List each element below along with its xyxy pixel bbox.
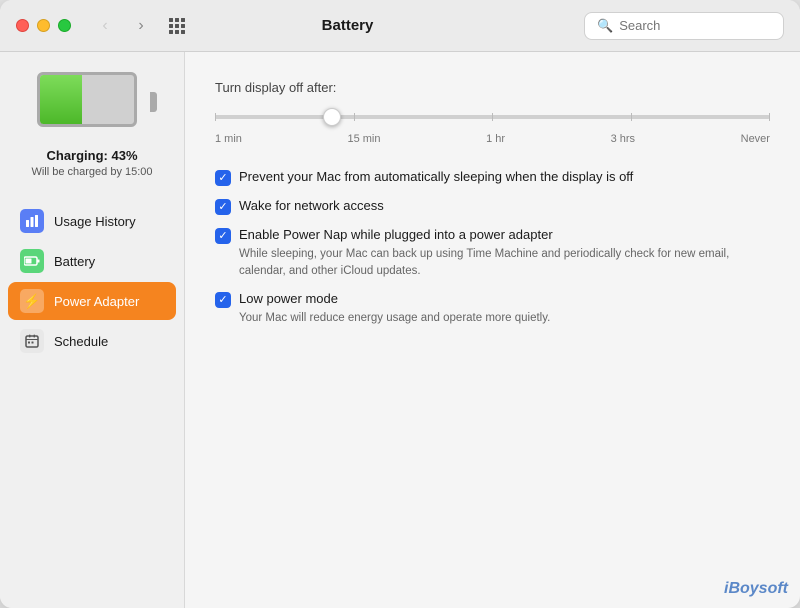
options-list: ✓ Prevent your Mac from automatically sl… (215, 169, 770, 327)
label-1hr: 1 hr (486, 133, 505, 145)
slider-container: Turn display off after: 1 mi (215, 80, 770, 145)
label-1min: 1 min (215, 133, 242, 145)
window-title: Battery (111, 17, 584, 34)
option-row-prevent-sleep: ✓ Prevent your Mac from automatically sl… (215, 169, 770, 186)
slider-label: Turn display off after: (215, 80, 770, 95)
search-bar[interactable]: 🔍 (584, 12, 784, 40)
traffic-lights (16, 19, 71, 32)
slider-thumb[interactable] (323, 108, 341, 126)
schedule-icon (20, 329, 44, 353)
search-input[interactable] (619, 18, 771, 33)
option-power-nap: ✓ Enable Power Nap while plugged into a … (215, 227, 770, 279)
option-label-low-power: Low power mode (239, 291, 338, 306)
checkmark-power-nap: ✓ (218, 231, 227, 242)
schedule-label: Schedule (54, 334, 108, 349)
battery-charged-by: Will be charged by 15:00 (31, 166, 152, 178)
usage-history-icon (20, 209, 44, 233)
label-never: Never (741, 133, 770, 145)
battery-body (37, 72, 137, 127)
battery-charging-text: Charging: 43% (31, 148, 152, 163)
battery-nav-icon (20, 249, 44, 273)
label-3hrs: 3 hrs (611, 133, 635, 145)
power-adapter-icon: ⚡ (20, 289, 44, 313)
search-icon: 🔍 (597, 18, 613, 34)
checkbox-power-nap[interactable]: ✓ (215, 228, 231, 244)
battery-fill (40, 75, 82, 124)
label-15min: 15 min (347, 133, 380, 145)
titlebar: ‹ › Battery 🔍 (0, 0, 800, 52)
slider-track (215, 115, 770, 119)
battery-illustration (37, 72, 147, 132)
sidebar-item-battery[interactable]: Battery (8, 242, 176, 280)
slider-track-wrapper[interactable] (215, 107, 770, 127)
option-desc-low-power: Your Mac will reduce energy usage and op… (239, 310, 770, 327)
option-desc-power-nap: While sleeping, your Mac can back up usi… (239, 246, 770, 279)
battery-label: Battery (54, 254, 95, 269)
close-button[interactable] (16, 19, 29, 32)
system-preferences-window: ‹ › Battery 🔍 (0, 0, 800, 608)
battery-tip (150, 92, 157, 112)
main-area: Charging: 43% Will be charged by 15:00 U… (0, 52, 800, 608)
slider-labels: 1 min 15 min 1 hr 3 hrs Never (215, 133, 770, 145)
sidebar-item-usage-history[interactable]: Usage History (8, 202, 176, 240)
content-area: Turn display off after: 1 mi (185, 52, 800, 608)
checkbox-low-power[interactable]: ✓ (215, 292, 231, 308)
option-low-power: ✓ Low power mode Your Mac will reduce en… (215, 291, 770, 327)
option-row-power-nap: ✓ Enable Power Nap while plugged into a … (215, 227, 770, 244)
option-row-low-power: ✓ Low power mode (215, 291, 770, 308)
slider-fill (215, 115, 337, 119)
checkmark-prevent-sleep: ✓ (218, 173, 227, 184)
sidebar-item-schedule[interactable]: Schedule (8, 322, 176, 360)
sidebar-nav: Usage History Battery ⚡ (0, 202, 184, 360)
checkbox-wake-network[interactable]: ✓ (215, 199, 231, 215)
battery-status: Charging: 43% Will be charged by 15:00 (31, 148, 152, 178)
minimize-button[interactable] (37, 19, 50, 32)
option-wake-network: ✓ Wake for network access (215, 198, 770, 215)
checkmark-wake-network: ✓ (218, 202, 227, 213)
option-label-wake-network: Wake for network access (239, 198, 384, 213)
sidebar: Charging: 43% Will be charged by 15:00 U… (0, 52, 185, 608)
usage-history-label: Usage History (54, 214, 136, 229)
sidebar-item-power-adapter[interactable]: ⚡ Power Adapter (8, 282, 176, 320)
option-label-prevent-sleep: Prevent your Mac from automatically slee… (239, 169, 633, 184)
checkbox-prevent-sleep[interactable]: ✓ (215, 170, 231, 186)
maximize-button[interactable] (58, 19, 71, 32)
checkmark-low-power: ✓ (218, 295, 227, 306)
option-label-power-nap: Enable Power Nap while plugged into a po… (239, 227, 553, 242)
power-adapter-label: Power Adapter (54, 294, 139, 309)
option-row-wake-network: ✓ Wake for network access (215, 198, 770, 215)
option-prevent-sleep: ✓ Prevent your Mac from automatically sl… (215, 169, 770, 186)
